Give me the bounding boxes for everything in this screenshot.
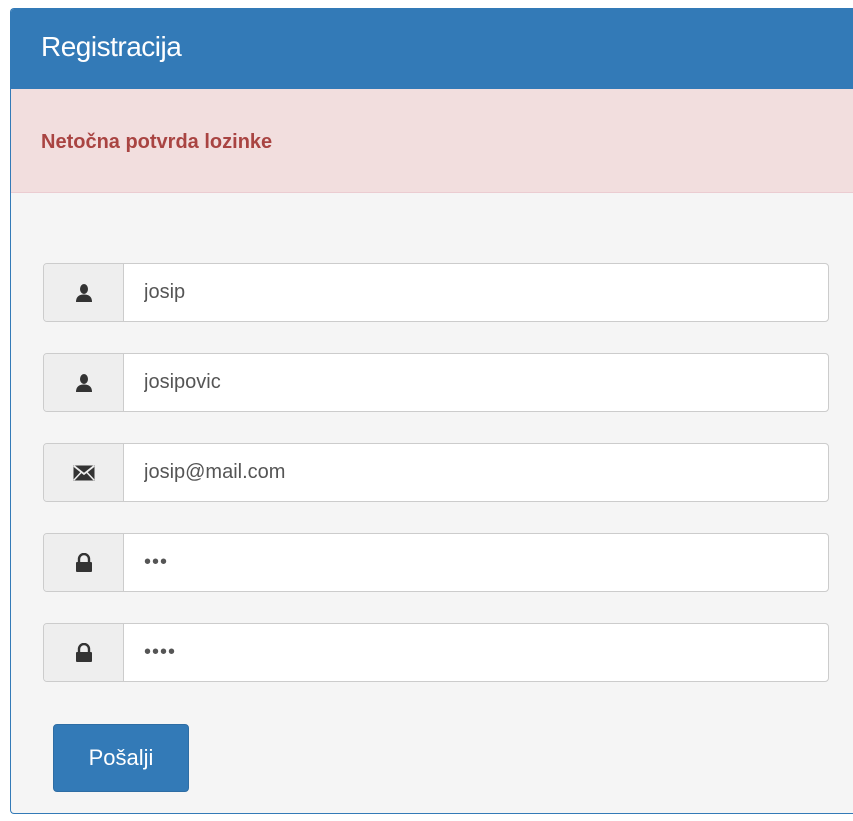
lock-icon bbox=[44, 534, 124, 591]
first-name-input[interactable] bbox=[124, 264, 828, 321]
last-name-input[interactable] bbox=[124, 354, 828, 411]
password-group bbox=[43, 533, 829, 592]
envelope-icon bbox=[44, 444, 124, 501]
email-input[interactable] bbox=[124, 444, 828, 501]
password-input[interactable] bbox=[124, 534, 828, 591]
email-group bbox=[43, 443, 829, 502]
submit-button[interactable]: Pošalji bbox=[53, 724, 189, 792]
first-name-group bbox=[43, 263, 829, 322]
panel-heading: Registracija bbox=[11, 9, 853, 89]
confirm-password-input[interactable] bbox=[124, 624, 828, 681]
last-name-group bbox=[43, 353, 829, 412]
panel-title: Registracija bbox=[41, 31, 182, 62]
registration-panel: Registracija Netočna potvrda lozinke jos… bbox=[10, 8, 853, 814]
user-icon bbox=[44, 264, 124, 321]
error-message: Netočna potvrda lozinke bbox=[41, 131, 273, 153]
error-alert: Netočna potvrda lozinke bbox=[11, 89, 853, 193]
confirm-password-group bbox=[43, 623, 829, 682]
lock-icon bbox=[44, 624, 124, 681]
user-icon bbox=[44, 354, 124, 411]
